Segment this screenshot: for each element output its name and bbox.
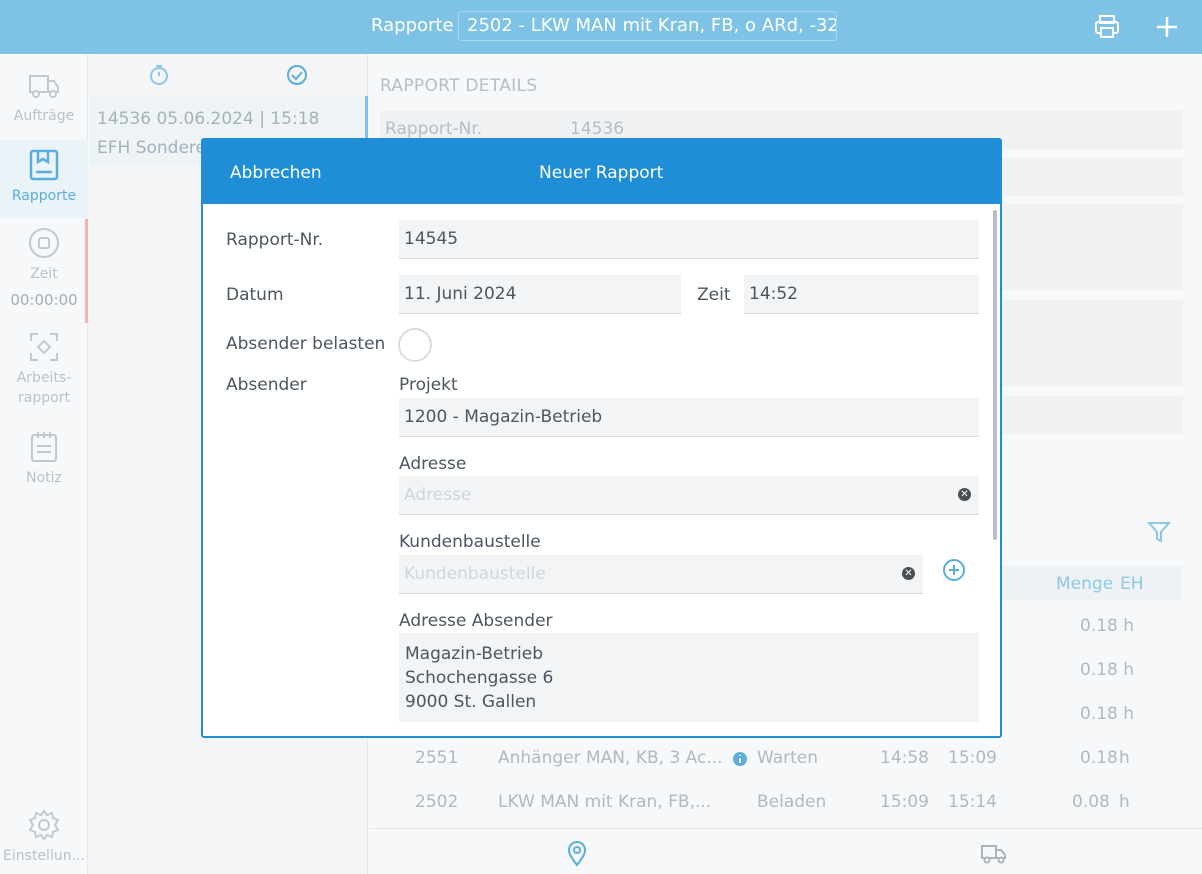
map-pin-icon[interactable] <box>566 841 588 867</box>
report-book-icon <box>29 149 59 181</box>
row-to: 15:14 <box>948 792 997 812</box>
sidebar-item-label: Notiz <box>26 470 62 486</box>
table-row[interactable]: 2502 LKW MAN mit Kran, FB,... Beladen 15… <box>369 782 1202 826</box>
row-eh: h <box>1119 748 1130 768</box>
row-description: LKW MAN mit Kran, FB,... <box>498 792 712 812</box>
absender-belasten-label: Absender belasten <box>226 334 386 354</box>
new-rapport-dialog: Abbrechen Neuer Rapport Rapport-Nr. 1454… <box>201 138 1002 738</box>
stop-circle-icon <box>29 228 59 258</box>
row-menge: 0.08 <box>1072 792 1110 812</box>
row-value: 0.18 h <box>1080 704 1135 724</box>
row-description: Anhänger MAN, KB, 3 Ac... <box>498 748 723 768</box>
row-nr: 2551 <box>415 748 459 768</box>
table-row[interactable]: 2551 Anhänger MAN, KB, 3 Ac... Warten 14… <box>369 738 1202 782</box>
sidebar-item-label: Einstellun... <box>3 848 85 864</box>
sidebar-item-label: Zeit <box>30 266 58 282</box>
row-nr: 2502 <box>415 792 459 812</box>
sidebar-item-arbeitsrapport[interactable]: Arbeits- rapport <box>0 330 88 414</box>
filter-icon[interactable] <box>1147 520 1171 544</box>
plus-icon[interactable] <box>1152 12 1182 42</box>
row-value: 0.18 h <box>1080 660 1135 680</box>
projekt-label: Projekt <box>399 375 458 395</box>
check-circle-icon[interactable] <box>286 64 308 86</box>
section-title: RAPPORT DETAILS <box>380 76 538 96</box>
adresse-absender-textarea[interactable]: Magazin-Betrieb Schochengasse 6 9000 St.… <box>399 633 979 722</box>
clear-icon[interactable]: ✕ <box>902 567 915 580</box>
row-status: Beladen <box>757 792 827 812</box>
detail-value: 14536 <box>570 119 625 139</box>
rapport-nr-label: Rapport-Nr. <box>226 230 324 250</box>
dialog-scrollbar[interactable] <box>993 210 997 540</box>
datum-field[interactable]: 11. Juni 2024 <box>399 275 681 314</box>
timer-value: 00:00:00 <box>10 291 78 309</box>
sidebar-item-auftraege[interactable]: Aufträge <box>0 70 88 140</box>
absender-belasten-toggle[interactable] <box>398 328 432 362</box>
zeit-label: Zeit <box>697 285 731 305</box>
stopwatch-icon[interactable] <box>149 64 169 86</box>
top-bar: Rapporte 2502 - LKW MAN mit Kran, FB, o … <box>0 0 1202 54</box>
column-eh: EH <box>1120 574 1144 594</box>
projekt-field[interactable]: 1200 - Magazin-Betrieb <box>399 398 979 437</box>
row-from: 14:58 <box>880 748 929 768</box>
truck-icon[interactable] <box>980 843 1008 865</box>
row-status: Warten <box>757 748 819 768</box>
sidebar-item-label: Aufträge <box>13 108 75 124</box>
focus-scan-icon <box>30 333 58 361</box>
kundenbaustelle-label: Kundenbaustelle <box>399 532 541 552</box>
row-value: 0.18 h <box>1080 616 1135 636</box>
column-menge: Menge <box>1056 574 1114 594</box>
dialog-title: Neuer Rapport <box>539 163 664 183</box>
sidebar-item-label: Arbeits- rapport <box>16 370 72 406</box>
list-item-title: 14536 05.06.2024 | 15:18 <box>97 109 320 129</box>
detail-label: Rapport-Nr. <box>385 119 483 139</box>
sidebar-item-label: Rapporte <box>11 188 77 204</box>
timer-indicator <box>85 219 88 323</box>
vehicle-selector[interactable]: 2502 - LKW MAN mit Kran, FB, o ARd, -32 … <box>458 11 837 41</box>
sidebar: Aufträge Rapporte Zeit 00:00:00 Arbeits-… <box>0 54 88 874</box>
sidebar-item-notiz[interactable]: Notiz <box>0 430 88 496</box>
notepad-icon <box>31 432 57 462</box>
clear-icon[interactable]: ✕ <box>958 488 971 501</box>
page-title: Rapporte <box>371 15 454 36</box>
absender-label: Absender <box>226 375 307 395</box>
kundenbaustelle-input[interactable] <box>404 564 872 584</box>
truck-icon <box>29 75 59 98</box>
row-menge: 0.18 <box>1080 748 1118 768</box>
rapport-nr-field[interactable]: 14545 <box>399 220 979 259</box>
bottom-tab-bar <box>369 828 1202 874</box>
adresse-field[interactable]: ✕ <box>399 476 979 515</box>
sidebar-item-einstellungen[interactable]: Einstellun... <box>0 808 88 872</box>
gear-icon <box>28 809 60 841</box>
dialog-body: Rapport-Nr. 14545 Datum 11. Juni 2024 Ze… <box>203 204 1000 736</box>
kundenbaustelle-field[interactable]: ✕ <box>399 555 923 594</box>
cancel-button[interactable]: Abbrechen <box>230 163 322 183</box>
adresse-input[interactable] <box>404 485 922 505</box>
list-header <box>89 54 367 96</box>
dialog-header: Abbrechen Neuer Rapport <box>203 140 1000 204</box>
row-eh: h <box>1119 792 1130 812</box>
adresse-label: Adresse <box>399 454 467 474</box>
row-from: 15:09 <box>880 792 929 812</box>
sidebar-item-zeit[interactable]: Zeit 00:00:00 <box>0 226 88 318</box>
row-to: 15:09 <box>948 748 997 768</box>
sidebar-item-rapporte[interactable]: Rapporte <box>0 140 88 218</box>
add-circle-icon[interactable] <box>942 558 966 582</box>
info-icon[interactable] <box>733 752 747 766</box>
adresse-absender-label: Adresse Absender <box>399 611 553 631</box>
zeit-field[interactable]: 14:52 <box>744 275 979 314</box>
printer-icon[interactable] <box>1092 12 1122 42</box>
datum-label: Datum <box>226 285 284 305</box>
